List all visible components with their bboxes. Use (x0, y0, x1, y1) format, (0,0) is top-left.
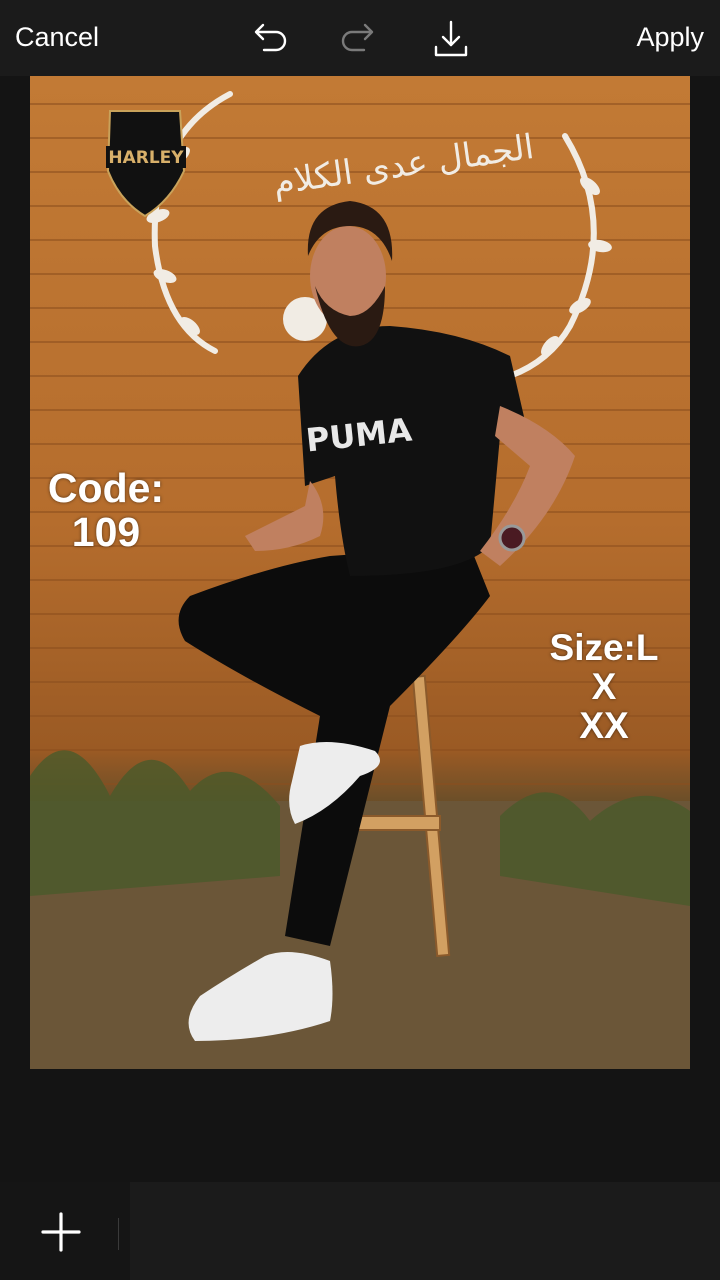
editor-toolbar: Cancel Apply (0, 0, 720, 76)
harley-logo-text: HARLEY (108, 148, 184, 168)
plus-icon (41, 1212, 81, 1252)
download-icon[interactable] (430, 18, 472, 60)
cancel-button[interactable]: Cancel (15, 22, 99, 53)
undo-icon[interactable] (248, 18, 290, 60)
add-button[interactable] (0, 1182, 130, 1280)
photo-scene: الجمال عدى الكلام HARLEY PUMA (30, 91, 690, 1069)
edit-canvas: الجمال عدى الكلام HARLEY PUMA Code: 109 … (0, 76, 720, 1182)
bottom-toolbar (0, 1182, 720, 1280)
product-code-label: Code: 109 (47, 465, 165, 555)
toolbar-divider (118, 1218, 119, 1250)
redo-icon[interactable] (338, 18, 380, 60)
apply-button[interactable]: Apply (636, 22, 704, 53)
product-size-label: Size:L X XX (549, 627, 659, 746)
product-photo[interactable]: الجمال عدى الكلام HARLEY PUMA Code: 109 … (30, 76, 690, 1069)
